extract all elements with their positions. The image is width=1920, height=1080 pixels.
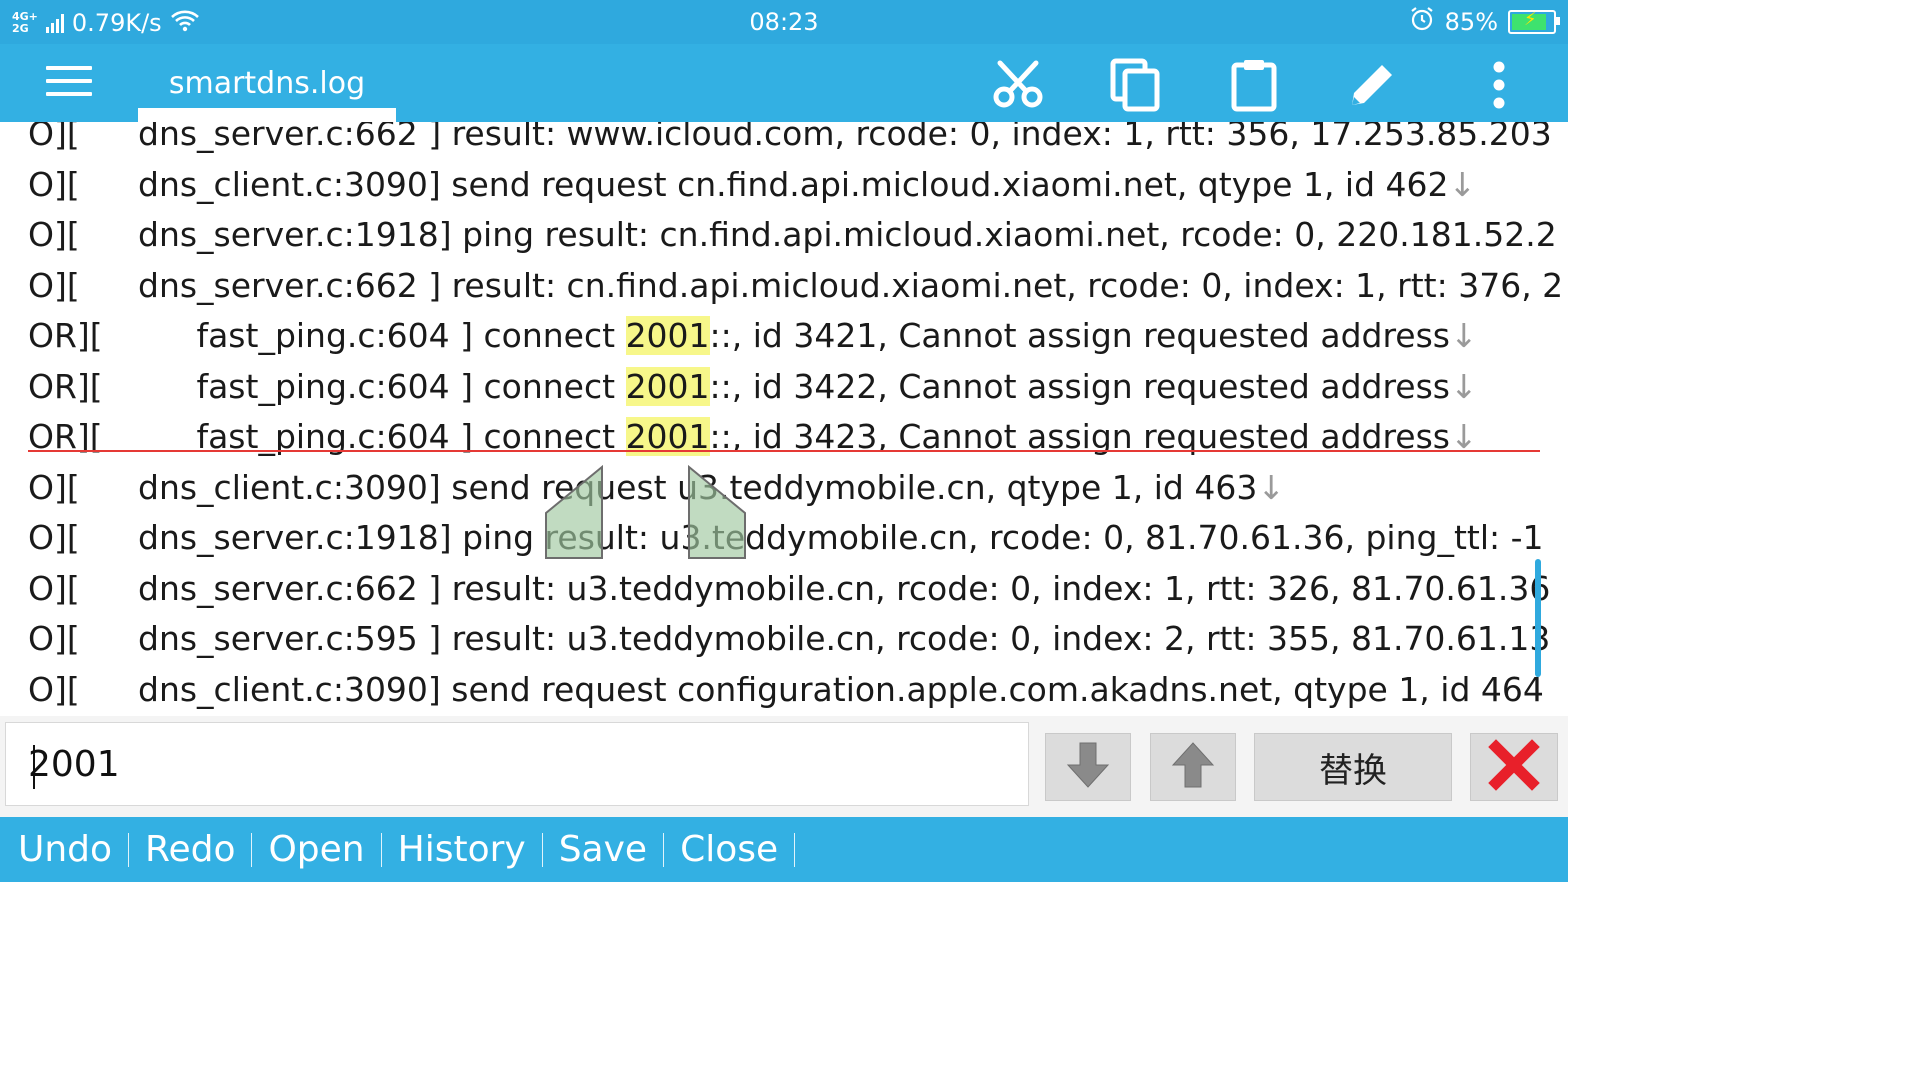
battery-percent: 85% — [1444, 8, 1498, 36]
log-line: O][dns_server.c:1918] ping result: u3.te… — [28, 518, 1544, 557]
replace-button-label: 替换 — [1319, 750, 1387, 791]
battery-icon: ⚡ — [1508, 9, 1560, 34]
alarm-icon — [1409, 6, 1435, 38]
app-toolbar: smartdns.log — [0, 44, 1568, 122]
undo-button[interactable]: Undo — [18, 829, 112, 870]
file-tab[interactable]: smartdns.log — [138, 44, 396, 122]
log-line: OR][ fast_ping.c:604 ] connect 2001::, i… — [28, 316, 1478, 355]
log-line: O][dns_client.c:3090] send request confi… — [28, 670, 1544, 709]
close-icon — [1488, 739, 1540, 795]
paste-icon[interactable] — [1226, 57, 1282, 113]
cut-icon[interactable] — [990, 57, 1046, 113]
save-button[interactable]: Save — [559, 829, 647, 870]
file-tab-label: smartdns.log — [168, 66, 366, 101]
search-input-value: 2001 — [28, 744, 120, 785]
log-line: OR][ fast_ping.c:604 ] connect 2001::, i… — [28, 367, 1478, 406]
log-line: O][dns_client.c:3090] send request cn.fi… — [28, 165, 1477, 204]
clock: 08:23 — [749, 8, 819, 36]
separator — [541, 832, 543, 867]
log-line: O][dns_server.c:1918] ping result: cn.fi… — [28, 215, 1557, 254]
search-match: 2001 — [625, 367, 710, 406]
current-line-indicator — [28, 450, 1540, 452]
menu-icon[interactable] — [46, 66, 92, 98]
separator — [380, 832, 382, 867]
more-options-icon[interactable] — [1471, 57, 1527, 113]
separator — [251, 832, 253, 867]
search-bar: 2001 替换 — [0, 716, 1568, 817]
history-button[interactable]: History — [398, 829, 526, 870]
status-bar: 4G+ 2G 0.79K/s 08:23 85% ⚡ — [0, 0, 1568, 44]
selection-start-handle[interactable] — [544, 464, 604, 560]
arrow-up-icon — [1169, 739, 1217, 795]
log-line: O][dns_server.c:595 ] result: u3.teddymo… — [28, 619, 1551, 658]
log-line: O][dns_server.c:662 ] result: cn.find.ap… — [28, 266, 1564, 305]
copy-icon[interactable] — [1107, 57, 1163, 113]
close-search-button[interactable] — [1470, 733, 1558, 801]
log-line: O][dns_server.c:662 ] result: u3.teddymo… — [28, 569, 1551, 608]
redo-button[interactable]: Redo — [145, 829, 235, 870]
open-button[interactable]: Open — [268, 829, 364, 870]
close-button[interactable]: Close — [680, 829, 778, 870]
status-right: 85% ⚡ — [1409, 6, 1560, 38]
separator — [794, 832, 796, 867]
text-editor[interactable]: O][dns_server.c:662 ] result: www.icloud… — [0, 122, 1568, 716]
selection-end-handle[interactable] — [687, 464, 747, 560]
log-line-current: OR][ fast_ping.c:604 ] connect 2001::, i… — [28, 417, 1478, 456]
replace-button[interactable]: 替换 — [1254, 733, 1452, 801]
log-line: O][dns_server.c:662 ] result: www.icloud… — [28, 122, 1552, 153]
find-next-button[interactable] — [1045, 733, 1131, 801]
separator — [663, 832, 665, 867]
active-tab-indicator — [138, 108, 396, 122]
find-previous-button[interactable] — [1150, 733, 1236, 801]
edit-pencil-icon[interactable] — [1344, 57, 1400, 113]
search-input[interactable]: 2001 — [5, 722, 1029, 806]
search-match: 2001 — [625, 316, 710, 355]
text-caret — [33, 745, 35, 789]
arrow-down-icon — [1064, 739, 1112, 795]
separator — [128, 832, 130, 867]
bottom-action-bar: Undo Redo Open History Save Close — [0, 817, 1568, 882]
vertical-scrollbar[interactable] — [1535, 559, 1541, 677]
log-line: O][dns_client.c:3090] send request u3.te… — [28, 468, 1285, 507]
